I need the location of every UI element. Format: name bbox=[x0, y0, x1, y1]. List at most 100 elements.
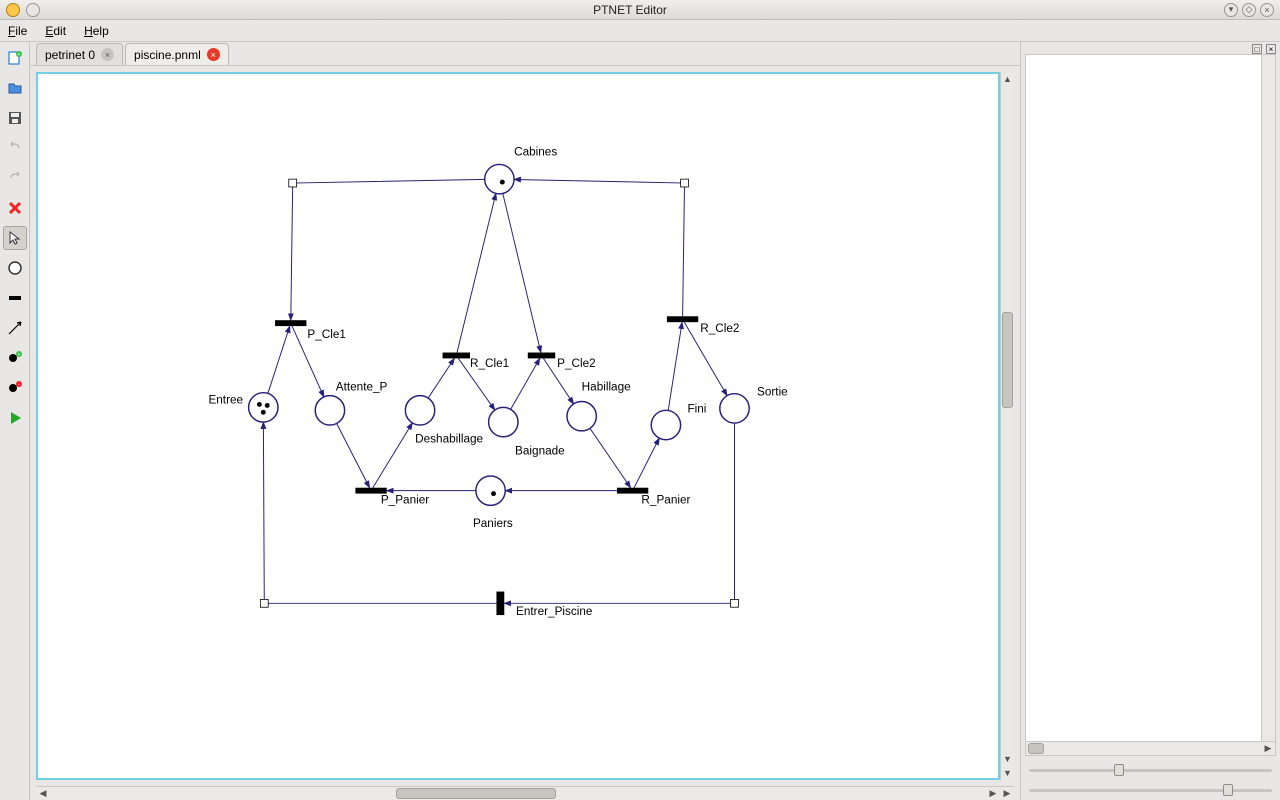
transition-P_Cle2[interactable] bbox=[528, 353, 555, 359]
scroll-right-icon[interactable]: ▶ bbox=[986, 787, 1000, 800]
token bbox=[500, 180, 505, 185]
menu-file[interactable]: File bbox=[8, 24, 27, 38]
close-icon[interactable]: × bbox=[101, 48, 114, 61]
node-label: R_Cle2 bbox=[700, 322, 739, 335]
tab-bar: petrinet 0 × piscine.pnml × bbox=[30, 42, 1020, 66]
close-button[interactable]: × bbox=[1260, 3, 1274, 17]
node-label: P_Cle1 bbox=[307, 328, 346, 341]
scroll-up-icon[interactable]: ▲ bbox=[1001, 72, 1014, 86]
arc[interactable] bbox=[590, 428, 631, 487]
place-tool[interactable] bbox=[3, 256, 27, 280]
arc[interactable] bbox=[268, 326, 290, 393]
scroll-down-icon[interactable]: ▼ bbox=[1001, 766, 1014, 780]
panel-vertical-scrollbar[interactable] bbox=[1261, 55, 1275, 741]
scroll-right-icon[interactable]: ▶ bbox=[1000, 787, 1014, 800]
canvas-vertical-scrollbar[interactable]: ▲ ▼ ▼ bbox=[1000, 72, 1014, 780]
node-label: Attente_P bbox=[336, 381, 388, 394]
arc[interactable] bbox=[457, 193, 496, 352]
arc[interactable] bbox=[514, 179, 684, 316]
pointer-tool[interactable] bbox=[3, 226, 27, 250]
minimize-button[interactable]: ▾ bbox=[1224, 3, 1238, 17]
zoom-slider-1[interactable] bbox=[1029, 764, 1272, 776]
zoom-slider-2[interactable] bbox=[1029, 784, 1272, 796]
node-label: Deshabillage bbox=[415, 433, 483, 446]
arc-tool[interactable] bbox=[3, 316, 27, 340]
scroll-right-icon[interactable]: ▶ bbox=[1261, 742, 1275, 755]
add-token-button[interactable]: + bbox=[3, 346, 27, 370]
arc[interactable] bbox=[511, 358, 540, 409]
tab-petrinet-0[interactable]: petrinet 0 × bbox=[36, 43, 123, 65]
run-button[interactable] bbox=[3, 406, 27, 430]
side-panel: □ × ▶ ◀ bbox=[1020, 42, 1280, 800]
scrollbar-thumb[interactable] bbox=[396, 788, 556, 799]
transition-tool[interactable] bbox=[3, 286, 27, 310]
node-label: P_Panier bbox=[381, 493, 429, 506]
place-Deshabillage[interactable] bbox=[405, 396, 434, 425]
token bbox=[257, 402, 262, 407]
node-label: Habillage bbox=[582, 381, 631, 394]
arc[interactable] bbox=[428, 358, 454, 398]
place-Baignade[interactable] bbox=[489, 407, 518, 436]
minimap-panel: ▶ ◀ bbox=[1025, 54, 1276, 756]
arc[interactable] bbox=[263, 422, 496, 603]
window-title: PTNET Editor bbox=[40, 3, 1220, 17]
tab-label: piscine.pnml bbox=[134, 48, 201, 62]
place-Habillage[interactable] bbox=[567, 402, 596, 431]
panel-horizontal-scrollbar[interactable]: ▶ ◀ bbox=[1026, 741, 1275, 755]
toolbar: + + - bbox=[0, 42, 30, 800]
remove-token-button[interactable]: - bbox=[3, 376, 27, 400]
token bbox=[261, 410, 266, 415]
arc[interactable] bbox=[291, 179, 485, 320]
place-Attente_P[interactable] bbox=[315, 396, 344, 425]
petri-net-diagram[interactable]: CabinesEntreeAttente_PDeshabillageBaigna… bbox=[38, 74, 998, 778]
new-file-button[interactable]: + bbox=[3, 46, 27, 70]
arc[interactable] bbox=[668, 322, 682, 410]
save-file-button[interactable] bbox=[3, 106, 27, 130]
undo-button[interactable] bbox=[3, 136, 27, 160]
scrollbar-thumb[interactable] bbox=[1002, 312, 1013, 408]
open-file-button[interactable] bbox=[3, 76, 27, 100]
arc[interactable] bbox=[634, 438, 659, 488]
canvas-horizontal-scrollbar[interactable]: ◀ ▶ ▶ bbox=[36, 786, 1014, 800]
scroll-left-icon[interactable]: ◀ bbox=[36, 787, 50, 800]
titlebar: PTNET Editor ▾ ◇ × bbox=[0, 0, 1280, 20]
place-Entree[interactable] bbox=[249, 393, 278, 422]
node-label: Entree bbox=[208, 393, 243, 406]
arc[interactable] bbox=[503, 193, 541, 352]
redo-button[interactable] bbox=[3, 166, 27, 190]
tab-label: petrinet 0 bbox=[45, 48, 95, 62]
svg-text:+: + bbox=[17, 52, 20, 58]
close-icon[interactable]: × bbox=[207, 48, 220, 61]
node-label: R_Cle1 bbox=[470, 357, 509, 370]
node-label: P_Cle2 bbox=[557, 357, 596, 370]
node-label: Sortie bbox=[757, 386, 788, 399]
place-Paniers[interactable] bbox=[476, 476, 505, 505]
node-label: Paniers bbox=[473, 517, 513, 530]
editor-canvas[interactable]: CabinesEntreeAttente_PDeshabillageBaigna… bbox=[36, 72, 1000, 780]
place-Fini[interactable] bbox=[651, 410, 680, 439]
transition-R_Cle1[interactable] bbox=[443, 353, 470, 359]
arc[interactable] bbox=[373, 423, 413, 488]
arc-waypoint[interactable] bbox=[731, 599, 739, 607]
scroll-down-icon[interactable]: ▼ bbox=[1001, 752, 1014, 766]
transition-P_Cle1[interactable] bbox=[275, 320, 306, 326]
menu-edit[interactable]: Edit bbox=[45, 24, 66, 38]
close-panel-icon[interactable]: × bbox=[1266, 44, 1276, 54]
token bbox=[491, 491, 496, 496]
delete-button[interactable] bbox=[3, 196, 27, 220]
arc-waypoint[interactable] bbox=[260, 599, 268, 607]
menu-help[interactable]: Help bbox=[84, 24, 109, 38]
detach-panel-icon[interactable]: □ bbox=[1252, 44, 1262, 54]
svg-text:+: + bbox=[17, 352, 20, 358]
window-menu-icon[interactable] bbox=[26, 3, 40, 17]
maximize-button[interactable]: ◇ bbox=[1242, 3, 1256, 17]
arc-waypoint[interactable] bbox=[681, 179, 689, 187]
arc-waypoint[interactable] bbox=[289, 179, 297, 187]
place-Cabines[interactable] bbox=[485, 164, 514, 193]
app-icon bbox=[6, 3, 20, 17]
arc[interactable] bbox=[337, 423, 370, 487]
transition-R_Cle2[interactable] bbox=[667, 316, 698, 322]
tab-piscine[interactable]: piscine.pnml × bbox=[125, 43, 229, 65]
transition-Entrer_Piscine[interactable] bbox=[496, 592, 504, 616]
place-Sortie[interactable] bbox=[720, 394, 749, 423]
